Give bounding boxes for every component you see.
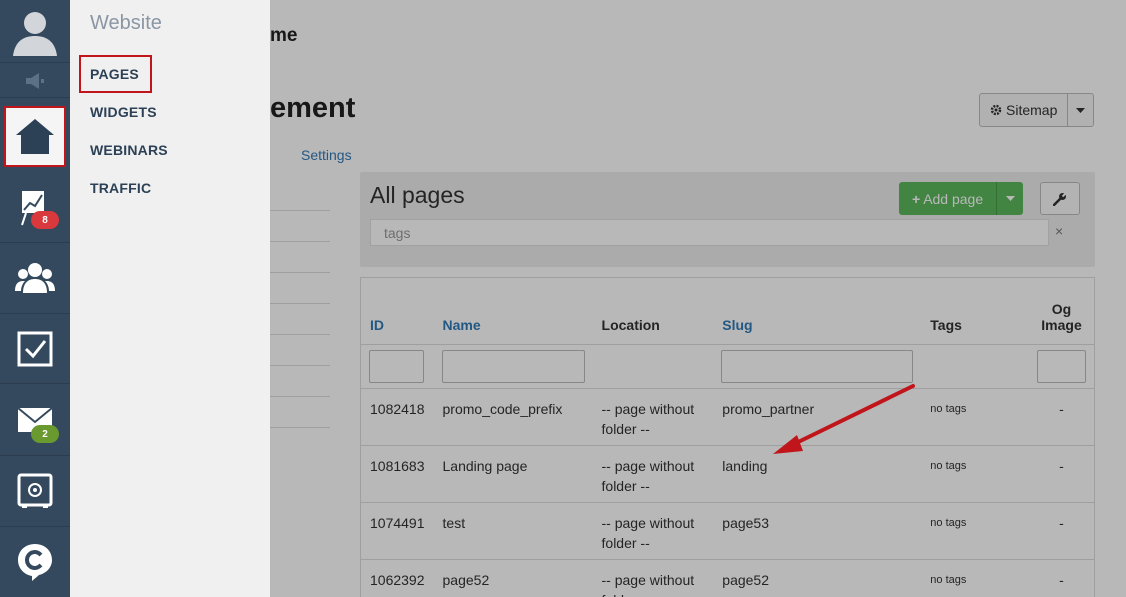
row-slug-link[interactable]: landing	[713, 444, 922, 502]
row-id: 1062392	[361, 558, 434, 597]
list-item[interactable]	[270, 304, 330, 335]
add-page-dropdown-toggle[interactable]	[997, 182, 1023, 215]
breadcrumb-title: me	[270, 25, 298, 46]
id-filter-input[interactable]	[369, 349, 424, 383]
row-slug-link[interactable]: promo_partner	[713, 387, 922, 445]
messages-badge: 2	[31, 425, 59, 443]
sidebar-rail: 8 2	[0, 0, 70, 597]
row-name-link[interactable]: test	[433, 501, 593, 559]
og-image-filter-input[interactable]	[1037, 349, 1086, 383]
rail-item-announcements[interactable]	[0, 64, 70, 98]
wrench-icon	[1053, 191, 1067, 206]
sitemap-label: Sitemap	[1006, 102, 1058, 118]
tags-filter-input[interactable]: tags	[370, 219, 1049, 246]
row-id: 1082418	[361, 387, 434, 445]
page-title: ement	[270, 92, 356, 124]
row-og-image: -	[1029, 501, 1094, 559]
submenu-item-pages[interactable]: PAGES	[79, 55, 152, 93]
add-page-button[interactable]: + Add page	[899, 182, 998, 215]
row-slug-link[interactable]: page52	[713, 558, 922, 597]
column-header-tags: Tags	[930, 316, 962, 333]
submenu-item-widgets[interactable]: WIDGETS	[90, 104, 157, 120]
rail-item-reports[interactable]: 8	[0, 171, 70, 243]
row-tags: no tags	[921, 444, 1029, 502]
slug-filter-input[interactable]	[721, 349, 914, 383]
row-slug-link[interactable]: page53	[713, 501, 922, 559]
brand-c-icon	[18, 544, 52, 581]
rail-item-tasks[interactable]	[0, 314, 70, 384]
pages-table: ID Name Location Slug Tags Og Image 1082…	[360, 277, 1095, 597]
row-location: -- page without folder --	[592, 501, 714, 559]
row-tags: no tags	[921, 558, 1029, 597]
reports-badge: 8	[31, 211, 59, 229]
clear-tags-icon[interactable]: ×	[1055, 223, 1063, 239]
list-item[interactable]	[270, 180, 330, 211]
tab-settings[interactable]: Settings	[301, 147, 352, 163]
list-item[interactable]	[270, 273, 330, 304]
user-avatar-icon	[13, 12, 57, 56]
row-location: -- page without folder --	[592, 387, 714, 445]
row-id: 1074491	[361, 501, 434, 559]
megaphone-icon	[26, 72, 44, 89]
gear-icon	[990, 104, 1002, 116]
sitemap-button-group: Sitemap	[979, 93, 1095, 127]
row-og-image: -	[1029, 558, 1094, 597]
add-page-label: Add page	[923, 190, 984, 207]
list-item[interactable]	[270, 397, 330, 428]
list-item[interactable]	[270, 242, 330, 273]
rail-item-home[interactable]	[4, 106, 66, 167]
table-row: 1062392 page52 -- page without folder --…	[361, 558, 1094, 597]
checkbox-icon	[17, 331, 53, 366]
all-pages-panel: All pages + Add page tags ×	[360, 172, 1095, 267]
folder-list	[270, 180, 330, 428]
caret-down-icon	[1076, 107, 1086, 113]
row-tags: no tags	[921, 387, 1029, 445]
table-row: 1082418 promo_code_prefix -- page withou…	[361, 387, 1094, 445]
submenu-item-traffic[interactable]: TRAFFIC	[90, 180, 151, 196]
filter-row	[361, 343, 1094, 388]
table-row: 1074491 test -- page without folder -- p…	[361, 501, 1094, 559]
settings-wrench-button[interactable]	[1040, 182, 1080, 215]
row-og-image: -	[1029, 387, 1094, 445]
column-header-slug[interactable]: Slug	[713, 278, 921, 344]
row-name-link[interactable]: page52	[433, 558, 593, 597]
caret-down-icon	[1005, 196, 1015, 201]
rail-item-safe[interactable]	[0, 456, 70, 527]
row-location: -- page without folder --	[592, 444, 714, 502]
column-header-id[interactable]: ID	[361, 278, 434, 344]
list-item[interactable]	[270, 335, 330, 366]
panel-title: All pages	[370, 182, 465, 208]
rail-item-users[interactable]	[0, 243, 70, 314]
row-id: 1081683	[361, 444, 434, 502]
list-item[interactable]	[270, 366, 330, 397]
row-og-image: -	[1029, 444, 1094, 502]
sitemap-dropdown-toggle[interactable]	[1068, 94, 1093, 126]
main-content: me ement Settings Sitemap All pages + Ad…	[270, 0, 1126, 597]
plus-icon: +	[912, 190, 921, 207]
rail-item-profile[interactable]	[0, 0, 70, 63]
users-group-icon	[15, 263, 55, 293]
row-location: -- page without folder --	[592, 558, 714, 597]
row-name-link[interactable]: promo_code_prefix	[433, 387, 593, 445]
safe-icon	[17, 473, 53, 508]
submenu-title: Website	[90, 12, 162, 34]
sitemap-button[interactable]: Sitemap	[980, 94, 1069, 126]
submenu-item-webinars[interactable]: WEBINARS	[90, 142, 168, 158]
table-row: 1081683 Landing page -- page without fol…	[361, 444, 1094, 502]
column-header-og-image: Og Image	[1041, 300, 1082, 333]
row-tags: no tags	[921, 501, 1029, 559]
rail-item-brand[interactable]	[0, 527, 70, 597]
list-item[interactable]	[270, 211, 330, 242]
name-filter-input[interactable]	[441, 349, 585, 383]
row-name-link[interactable]: Landing page	[433, 444, 593, 502]
rail-item-messages[interactable]: 2	[0, 384, 70, 456]
home-icon	[16, 119, 54, 154]
add-page-button-group: + Add page	[899, 182, 1024, 215]
column-header-name[interactable]: Name	[434, 278, 593, 344]
column-header-location: Location	[601, 316, 660, 333]
website-submenu: Website PAGES WIDGETS WEBINARS TRAFFIC	[70, 0, 270, 597]
